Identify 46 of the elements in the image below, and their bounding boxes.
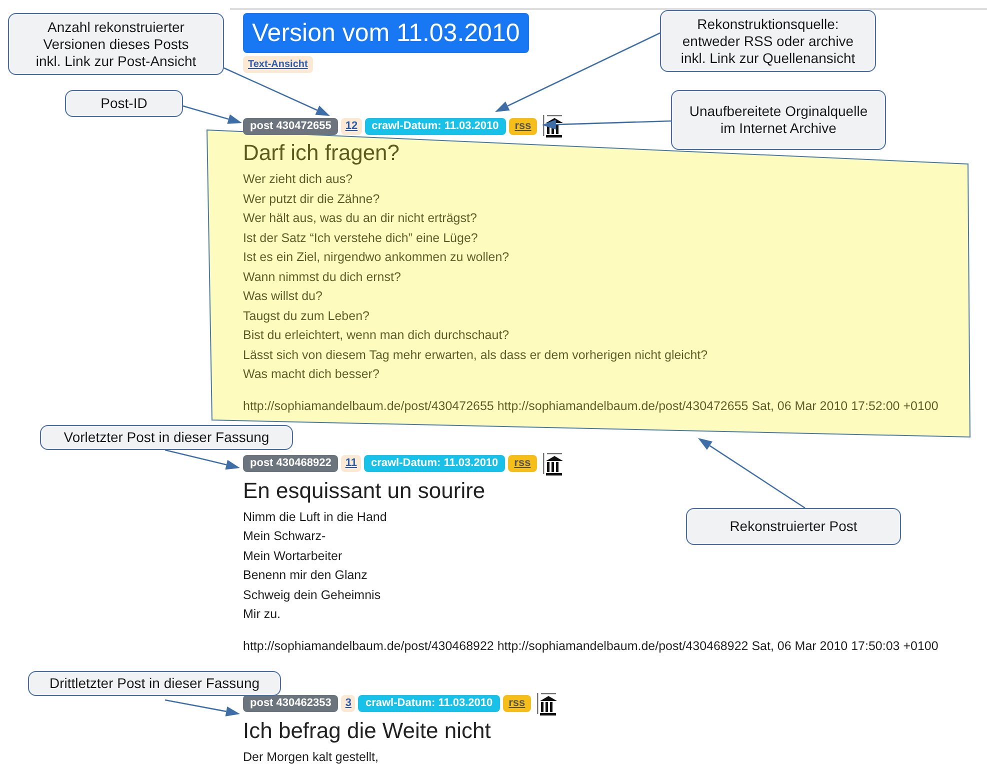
text-view-link[interactable]: Text-Ansicht: [243, 56, 313, 73]
poem-line: Wann nimmst du dich ernst?: [243, 268, 402, 286]
annotation-callout: Post-ID: [65, 90, 183, 117]
poem-line: Mein Schwarz-: [243, 528, 327, 545]
version-count-link[interactable]: 12: [341, 118, 362, 134]
annotation-callout: Anzahl rekonstruierter Versionen dieses Posts inkl. Link zur Post-Ansicht: [8, 13, 224, 75]
post-id-badge: post 430472655: [243, 118, 338, 134]
source-link[interactable]: rss: [502, 695, 532, 712]
post-title: Darf ich fragen?: [243, 140, 400, 165]
poem-line: Wer hält aus, was du an dir nicht erträgst?: [243, 210, 478, 227]
source-link[interactable]: rss: [508, 118, 538, 134]
poem-line: Was macht dich besser?: [243, 366, 380, 383]
poem-line: Wer zieht dich aus?: [243, 171, 354, 188]
post-id-badge: post 430462353: [243, 695, 338, 712]
crawl-date-badge: crawl-Datum: 11.03.2010: [364, 118, 506, 134]
annotation-callout: Vorletzter Post in dieser Fassung: [40, 425, 293, 450]
poem-line: Ist es ein Ziel, nirgendwo ankommen zu wollen?: [243, 249, 510, 266]
poem-line: Wer putzt dir die Zähne?: [243, 190, 381, 208]
post-title: En esquissant un sourire: [243, 478, 486, 502]
poem-line: Lässt sich von diesem Tag mehr erwarten, als dass er dem vorherigen nicht gleicht?: [243, 346, 708, 364]
poem-line: Mein Wortarbeiter: [243, 548, 344, 564]
poem-line: Ist der Satz “Ich verstehe dich” eine Lüge?: [243, 230, 479, 247]
post-source-line: http://sophiamandelbaum.de/post/430472655 http://sophiamandelbaum.de/post/430472655 Sat, 06 Mar 2010 17:52:00 +0100: [243, 398, 938, 414]
annotation-callout: Rekonstruktionsquelle: entweder RSS oder archive inkl. Link zur Quellenansicht: [660, 10, 876, 72]
archive-building-icon[interactable]: [542, 452, 563, 476]
annotation-callout: Rekonstruierter Post: [686, 508, 901, 545]
poem-line: Nimm die Luft in die Hand: [243, 508, 387, 526]
version-count-link[interactable]: 3: [341, 695, 356, 712]
archive-building-icon[interactable]: [537, 692, 558, 716]
source-link[interactable]: rss: [508, 455, 537, 472]
annotation-callout: Unaufbereitete Orginalquelle im Internet Archive: [671, 90, 886, 150]
crawl-date-badge: crawl-Datum: 11.03.2010: [364, 455, 506, 472]
post-title: Ich befrag die Weite nicht: [243, 718, 491, 742]
poem-line: Schweig dein Geheimnis: [243, 586, 382, 604]
version-title: Version vom 11.03.2010: [243, 13, 529, 53]
post-id-badge: post 430468922: [243, 455, 338, 472]
poem-line: Der Morgen kalt gestellt,: [243, 748, 378, 766]
crawl-date-badge: crawl-Datum: 11.03.2010: [358, 695, 500, 712]
version-count-link[interactable]: 11: [341, 455, 361, 472]
poem-line: Bist du erleichtert, wenn man dich durchschaut?: [243, 327, 510, 344]
poem-line: Was willst du?: [243, 288, 324, 305]
poem-line: Benenn mir den Glanz: [243, 567, 368, 584]
post-source-line: http://sophiamandelbaum.de/post/430468922 http://sophiamandelbaum.de/post/430468922 Sat, 06 Mar 2010 17:50:03 +0100: [243, 638, 938, 654]
poem-line: Taugst du zum Leben?: [243, 308, 370, 325]
annotation-callout: Drittletzter Post in dieser Fassung: [28, 671, 281, 696]
poem-line: Mir zu.: [243, 606, 282, 623]
